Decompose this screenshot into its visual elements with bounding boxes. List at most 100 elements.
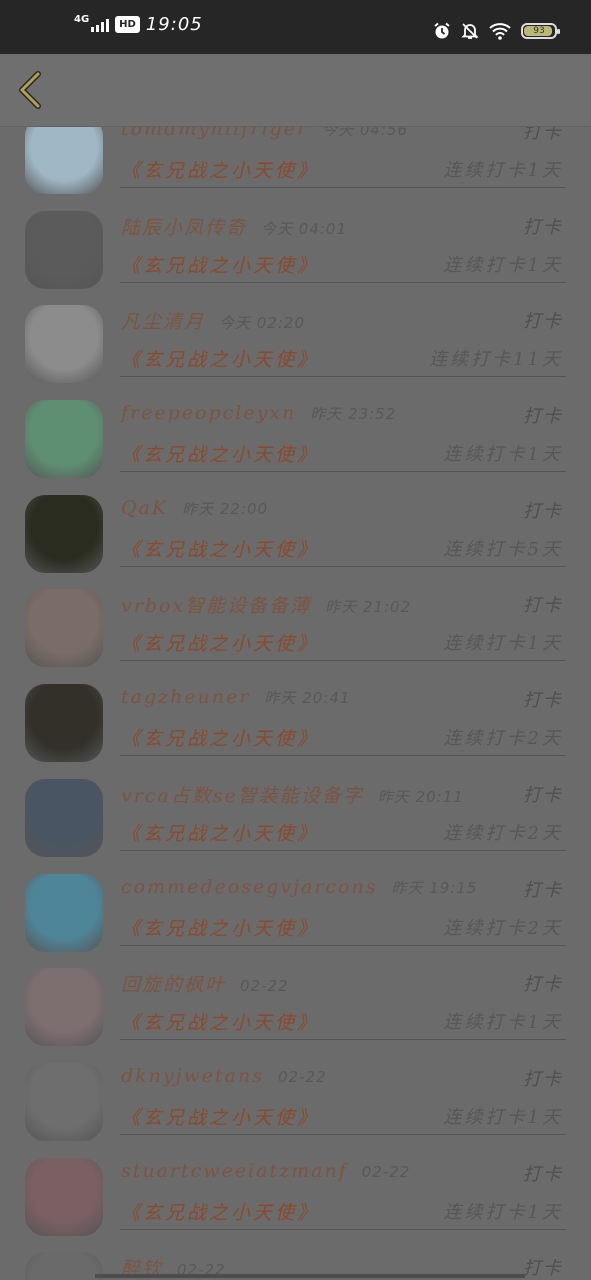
checkin-time: 昨天 21:02: [325, 598, 412, 617]
book-title[interactable]: 《玄兄战之小天使》: [121, 345, 319, 372]
user-name-line: 凡尘清月 今天 02:20: [121, 307, 305, 334]
user-name-line: tagzheuner 昨天 20:41: [121, 686, 350, 708]
streak-text: 连续打卡1天: [443, 254, 563, 276]
user-name[interactable]: QaK: [121, 497, 168, 519]
list-item[interactable]: 陆辰小凤传奇 今天 04:01 打卡《玄兄战之小天使》 连续打卡1天: [0, 196, 591, 291]
book-title[interactable]: 《玄兄战之小天使》: [121, 819, 319, 846]
book-title[interactable]: 《玄兄战之小天使》: [121, 156, 319, 183]
list-item[interactable]: QaK 昨天 22:00 打卡 《玄兄战之小天使》 连续打卡5天: [0, 480, 591, 575]
user-name[interactable]: vrca占数se智装能设备字: [121, 785, 364, 807]
book-title[interactable]: 《玄兄战之小天使》: [121, 629, 319, 656]
avatar[interactable]: [25, 305, 103, 384]
avatar[interactable]: [25, 589, 103, 668]
user-name-line: freepeopcleyxn 昨天 23:52: [121, 402, 396, 424]
book-title[interactable]: 《玄兄战之小天使》: [121, 1198, 319, 1225]
divider: [120, 849, 566, 851]
checkin-label: 打卡: [523, 784, 563, 806]
checkin-label: 打卡: [523, 500, 563, 522]
book-title[interactable]: 《玄兄战之小天使》: [121, 535, 319, 562]
bell-off-icon: [461, 23, 479, 39]
list-item[interactable]: stuartcweeiatzmanf 02-22 打卡《玄兄战之小天使》 连续打卡1天: [0, 1143, 591, 1238]
user-name[interactable]: freepeopcleyxn: [121, 402, 296, 424]
divider: [120, 755, 566, 757]
user-name[interactable]: tomdmyhllfriger: [121, 127, 308, 140]
user-name-line: vrbox智能设备备薄 昨天 21:02: [121, 591, 411, 618]
list-item[interactable]: tomdmyhllfriger 今天 04:56 打卡 《玄兄战之小天使》 连续打卡1天: [0, 127, 591, 196]
list-item[interactable]: vrbox智能设备备薄 昨天 21:02 打卡 《玄兄战之小天使》 连续打卡1天: [0, 574, 591, 669]
checkin-label: 打卡: [523, 216, 563, 238]
avatar[interactable]: [25, 1062, 103, 1141]
streak-text: 连续打卡1天: [443, 1106, 563, 1128]
checkin-label: 打卡: [523, 1163, 563, 1185]
user-name[interactable]: vrbox智能设备备薄: [121, 595, 311, 617]
user-name[interactable]: commedeosegvjarcons: [121, 876, 377, 898]
avatar[interactable]: [25, 1157, 103, 1236]
checkin-time: 02-22: [278, 1067, 327, 1086]
battery-level: 93: [533, 26, 545, 36]
user-name[interactable]: 陆辰小凤传奇: [121, 217, 247, 239]
streak-text: 连续打卡1天: [443, 1201, 563, 1223]
checkin-label: 打卡: [523, 406, 563, 428]
avatar[interactable]: [25, 778, 103, 857]
list-item[interactable]: dknyjwetans 02-22 打卡 《玄兄战之小天使》 连续打卡1天: [0, 1048, 591, 1143]
avatar[interactable]: [25, 684, 103, 763]
book-title[interactable]: 《玄兄战之小天使》: [121, 440, 319, 467]
hd-badge: HD: [115, 16, 140, 33]
avatar[interactable]: [25, 494, 103, 573]
scroll-indicator: [95, 1274, 525, 1278]
avatar[interactable]: [25, 1252, 103, 1280]
divider: [120, 1039, 566, 1041]
book-title[interactable]: 《玄兄战之小天使》: [121, 724, 319, 751]
divider: [120, 660, 566, 662]
user-name-line: QaK 昨天 22:00: [121, 497, 268, 519]
divider: [120, 471, 566, 473]
user-name[interactable]: 回旋的枫叶: [121, 974, 226, 996]
list-item[interactable]: vrca占数se智装能设备字 昨天 20:11 打卡《玄兄战之小天使》 连续打卡2天: [0, 764, 591, 859]
checkin-time: 昨天 22:00: [182, 499, 269, 518]
checkin-time: 昨天 20:41: [264, 689, 351, 708]
checkin-label: 打卡: [523, 974, 563, 996]
avatar[interactable]: [25, 127, 103, 194]
user-name[interactable]: stuartcweeiatzmanf: [121, 1160, 348, 1182]
book-title[interactable]: 《玄兄战之小天使》: [121, 1103, 319, 1130]
user-name-line: tomdmyhllfriger 今天 04:56: [121, 127, 408, 140]
user-name[interactable]: dknyjwetans: [121, 1065, 264, 1087]
divider: [120, 187, 566, 188]
chevron-left-icon[interactable]: [14, 70, 50, 110]
list-item[interactable]: 回旋的枫叶 02-22 打卡《玄兄战之小天使》 连续打卡1天: [0, 953, 591, 1048]
checkin-time: 今天 02:20: [219, 314, 306, 333]
list-item[interactable]: commedeosegvjarcons 昨天 19:15 打卡 《玄兄战之小天使》 连续…: [0, 859, 591, 954]
divider: [120, 281, 566, 283]
checkin-label: 打卡: [523, 311, 563, 333]
checkin-time: 今天 04:56: [322, 127, 409, 139]
user-name-line: stuartcweeiatzmanf 02-22: [121, 1160, 410, 1182]
checkin-label: 打卡: [523, 127, 563, 143]
checkin-label: 打卡: [523, 879, 563, 901]
checkin-time: 今天 04:01: [261, 219, 348, 238]
avatar[interactable]: [25, 873, 103, 952]
checkin-label: 打卡: [523, 1258, 563, 1280]
checkin-list: tomdmyhllfriger 今天 04:56 打卡 《玄兄战之小天使》 连续打卡1天…: [0, 127, 591, 1280]
list-item[interactable]: freepeopcleyxn 昨天 23:52 打卡 《玄兄战之小天使》 连续打卡1天: [0, 385, 591, 480]
book-title[interactable]: 《玄兄战之小天使》: [121, 1008, 319, 1035]
list-item[interactable]: tagzheuner 昨天 20:41 打卡 《玄兄战之小天使》 连续打卡2天: [0, 669, 591, 764]
streak-text: 连续打卡1天: [443, 1012, 563, 1034]
user-name[interactable]: 凡尘清月: [121, 311, 205, 333]
header-bar: [0, 54, 591, 127]
user-name[interactable]: tagzheuner: [121, 686, 250, 708]
book-title[interactable]: 《玄兄战之小天使》: [121, 251, 319, 278]
avatar[interactable]: [25, 968, 103, 1047]
network-type: 4G: [74, 13, 90, 25]
user-name-line: 回旋的枫叶 02-22: [121, 970, 289, 997]
avatar[interactable]: [25, 400, 103, 479]
list-item[interactable]: 凡尘清月 今天 02:20 打卡 《玄兄战之小天使》 连续打卡11天: [0, 290, 591, 385]
divider: [120, 565, 566, 567]
streak-text: 连续打卡2天: [443, 728, 563, 750]
divider: [120, 944, 566, 946]
avatar[interactable]: [25, 210, 103, 289]
book-title[interactable]: 《玄兄战之小天使》: [121, 914, 319, 941]
checkin-time: 02-22: [240, 977, 289, 996]
checkin-time: 昨天 23:52: [310, 405, 397, 424]
streak-text: 连续打卡2天: [443, 822, 563, 844]
user-name-line: vrca占数se智装能设备字 昨天 20:11: [121, 781, 464, 808]
